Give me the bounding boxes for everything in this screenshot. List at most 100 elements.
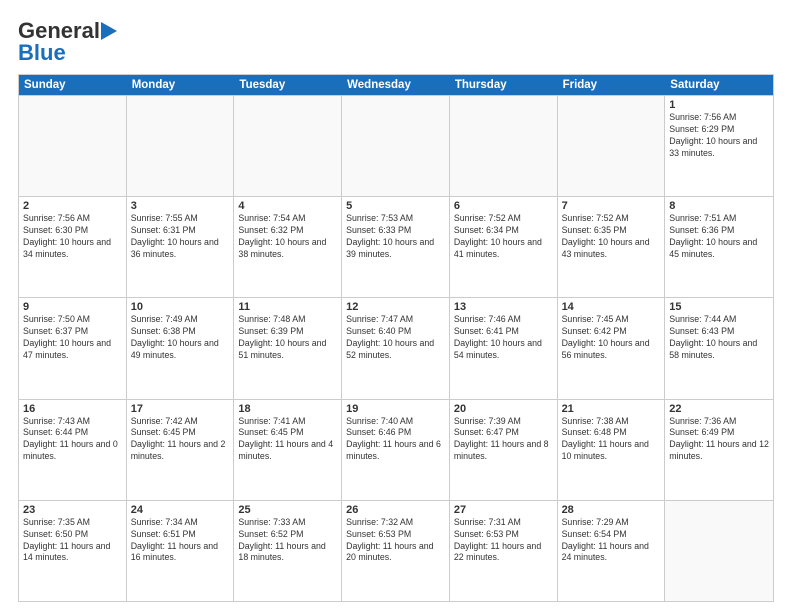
calendar-week: 2Sunrise: 7:56 AM Sunset: 6:30 PM Daylig… (19, 196, 773, 297)
table-row: 8Sunrise: 7:51 AM Sunset: 6:36 PM Daylig… (665, 197, 773, 297)
day-number: 2 (23, 200, 122, 212)
weekday-header: Monday (127, 75, 235, 95)
day-number: 18 (238, 403, 337, 415)
table-row: 21Sunrise: 7:38 AM Sunset: 6:48 PM Dayli… (558, 400, 666, 500)
weekday-header: Tuesday (234, 75, 342, 95)
day-info: Sunrise: 7:53 AM Sunset: 6:33 PM Dayligh… (346, 213, 445, 261)
day-number: 12 (346, 301, 445, 313)
day-number: 15 (669, 301, 769, 313)
table-row (19, 96, 127, 196)
day-info: Sunrise: 7:34 AM Sunset: 6:51 PM Dayligh… (131, 517, 230, 565)
day-number: 24 (131, 504, 230, 516)
table-row: 3Sunrise: 7:55 AM Sunset: 6:31 PM Daylig… (127, 197, 235, 297)
day-number: 16 (23, 403, 122, 415)
calendar-week: 16Sunrise: 7:43 AM Sunset: 6:44 PM Dayli… (19, 399, 773, 500)
table-row: 28Sunrise: 7:29 AM Sunset: 6:54 PM Dayli… (558, 501, 666, 601)
day-info: Sunrise: 7:31 AM Sunset: 6:53 PM Dayligh… (454, 517, 553, 565)
day-info: Sunrise: 7:51 AM Sunset: 6:36 PM Dayligh… (669, 213, 769, 261)
table-row: 15Sunrise: 7:44 AM Sunset: 6:43 PM Dayli… (665, 298, 773, 398)
table-row: 20Sunrise: 7:39 AM Sunset: 6:47 PM Dayli… (450, 400, 558, 500)
day-number: 9 (23, 301, 122, 313)
table-row: 12Sunrise: 7:47 AM Sunset: 6:40 PM Dayli… (342, 298, 450, 398)
day-number: 10 (131, 301, 230, 313)
day-info: Sunrise: 7:43 AM Sunset: 6:44 PM Dayligh… (23, 416, 122, 464)
day-info: Sunrise: 7:38 AM Sunset: 6:48 PM Dayligh… (562, 416, 661, 464)
day-info: Sunrise: 7:56 AM Sunset: 6:30 PM Dayligh… (23, 213, 122, 261)
calendar: SundayMondayTuesdayWednesdayThursdayFrid… (18, 74, 774, 602)
day-info: Sunrise: 7:46 AM Sunset: 6:41 PM Dayligh… (454, 314, 553, 362)
table-row: 22Sunrise: 7:36 AM Sunset: 6:49 PM Dayli… (665, 400, 773, 500)
day-number: 13 (454, 301, 553, 313)
table-row: 2Sunrise: 7:56 AM Sunset: 6:30 PM Daylig… (19, 197, 127, 297)
table-row: 14Sunrise: 7:45 AM Sunset: 6:42 PM Dayli… (558, 298, 666, 398)
logo-blue: Blue (18, 40, 66, 65)
day-number: 23 (23, 504, 122, 516)
day-info: Sunrise: 7:35 AM Sunset: 6:50 PM Dayligh… (23, 517, 122, 565)
table-row: 19Sunrise: 7:40 AM Sunset: 6:46 PM Dayli… (342, 400, 450, 500)
table-row: 7Sunrise: 7:52 AM Sunset: 6:35 PM Daylig… (558, 197, 666, 297)
day-info: Sunrise: 7:54 AM Sunset: 6:32 PM Dayligh… (238, 213, 337, 261)
table-row: 9Sunrise: 7:50 AM Sunset: 6:37 PM Daylig… (19, 298, 127, 398)
day-info: Sunrise: 7:55 AM Sunset: 6:31 PM Dayligh… (131, 213, 230, 261)
table-row (450, 96, 558, 196)
day-number: 8 (669, 200, 769, 212)
calendar-week: 9Sunrise: 7:50 AM Sunset: 6:37 PM Daylig… (19, 297, 773, 398)
day-info: Sunrise: 7:44 AM Sunset: 6:43 PM Dayligh… (669, 314, 769, 362)
table-row: 18Sunrise: 7:41 AM Sunset: 6:45 PM Dayli… (234, 400, 342, 500)
day-info: Sunrise: 7:49 AM Sunset: 6:38 PM Dayligh… (131, 314, 230, 362)
table-row: 26Sunrise: 7:32 AM Sunset: 6:53 PM Dayli… (342, 501, 450, 601)
table-row: 6Sunrise: 7:52 AM Sunset: 6:34 PM Daylig… (450, 197, 558, 297)
day-number: 28 (562, 504, 661, 516)
table-row: 17Sunrise: 7:42 AM Sunset: 6:45 PM Dayli… (127, 400, 235, 500)
table-row: 10Sunrise: 7:49 AM Sunset: 6:38 PM Dayli… (127, 298, 235, 398)
day-info: Sunrise: 7:41 AM Sunset: 6:45 PM Dayligh… (238, 416, 337, 464)
table-row: 5Sunrise: 7:53 AM Sunset: 6:33 PM Daylig… (342, 197, 450, 297)
day-number: 11 (238, 301, 337, 313)
table-row: 4Sunrise: 7:54 AM Sunset: 6:32 PM Daylig… (234, 197, 342, 297)
table-row: 16Sunrise: 7:43 AM Sunset: 6:44 PM Dayli… (19, 400, 127, 500)
day-number: 14 (562, 301, 661, 313)
table-row: 11Sunrise: 7:48 AM Sunset: 6:39 PM Dayli… (234, 298, 342, 398)
table-row: 25Sunrise: 7:33 AM Sunset: 6:52 PM Dayli… (234, 501, 342, 601)
day-number: 21 (562, 403, 661, 415)
day-number: 27 (454, 504, 553, 516)
day-info: Sunrise: 7:36 AM Sunset: 6:49 PM Dayligh… (669, 416, 769, 464)
day-number: 7 (562, 200, 661, 212)
day-number: 25 (238, 504, 337, 516)
weekday-header: Thursday (450, 75, 558, 95)
day-number: 1 (669, 99, 769, 111)
day-info: Sunrise: 7:47 AM Sunset: 6:40 PM Dayligh… (346, 314, 445, 362)
calendar-body: 1Sunrise: 7:56 AM Sunset: 6:29 PM Daylig… (19, 95, 773, 601)
weekday-header: Sunday (19, 75, 127, 95)
page: General Blue SundayMondayTuesdayWednesda… (0, 0, 792, 612)
day-info: Sunrise: 7:40 AM Sunset: 6:46 PM Dayligh… (346, 416, 445, 464)
day-number: 26 (346, 504, 445, 516)
calendar-week: 1Sunrise: 7:56 AM Sunset: 6:29 PM Daylig… (19, 95, 773, 196)
table-row (342, 96, 450, 196)
day-number: 4 (238, 200, 337, 212)
table-row: 13Sunrise: 7:46 AM Sunset: 6:41 PM Dayli… (450, 298, 558, 398)
day-number: 20 (454, 403, 553, 415)
day-number: 17 (131, 403, 230, 415)
weekday-header: Friday (558, 75, 666, 95)
day-number: 6 (454, 200, 553, 212)
table-row: 27Sunrise: 7:31 AM Sunset: 6:53 PM Dayli… (450, 501, 558, 601)
day-number: 5 (346, 200, 445, 212)
table-row (558, 96, 666, 196)
day-info: Sunrise: 7:48 AM Sunset: 6:39 PM Dayligh… (238, 314, 337, 362)
weekday-header: Saturday (665, 75, 773, 95)
day-info: Sunrise: 7:29 AM Sunset: 6:54 PM Dayligh… (562, 517, 661, 565)
logo-arrow-icon (101, 20, 119, 42)
calendar-header: SundayMondayTuesdayWednesdayThursdayFrid… (19, 75, 773, 95)
table-row (665, 501, 773, 601)
table-row (127, 96, 235, 196)
day-info: Sunrise: 7:56 AM Sunset: 6:29 PM Dayligh… (669, 112, 769, 160)
calendar-week: 23Sunrise: 7:35 AM Sunset: 6:50 PM Dayli… (19, 500, 773, 601)
table-row (234, 96, 342, 196)
day-info: Sunrise: 7:32 AM Sunset: 6:53 PM Dayligh… (346, 517, 445, 565)
day-info: Sunrise: 7:52 AM Sunset: 6:34 PM Dayligh… (454, 213, 553, 261)
logo-text-block: General Blue (18, 18, 119, 66)
table-row: 23Sunrise: 7:35 AM Sunset: 6:50 PM Dayli… (19, 501, 127, 601)
day-info: Sunrise: 7:52 AM Sunset: 6:35 PM Dayligh… (562, 213, 661, 261)
day-info: Sunrise: 7:39 AM Sunset: 6:47 PM Dayligh… (454, 416, 553, 464)
